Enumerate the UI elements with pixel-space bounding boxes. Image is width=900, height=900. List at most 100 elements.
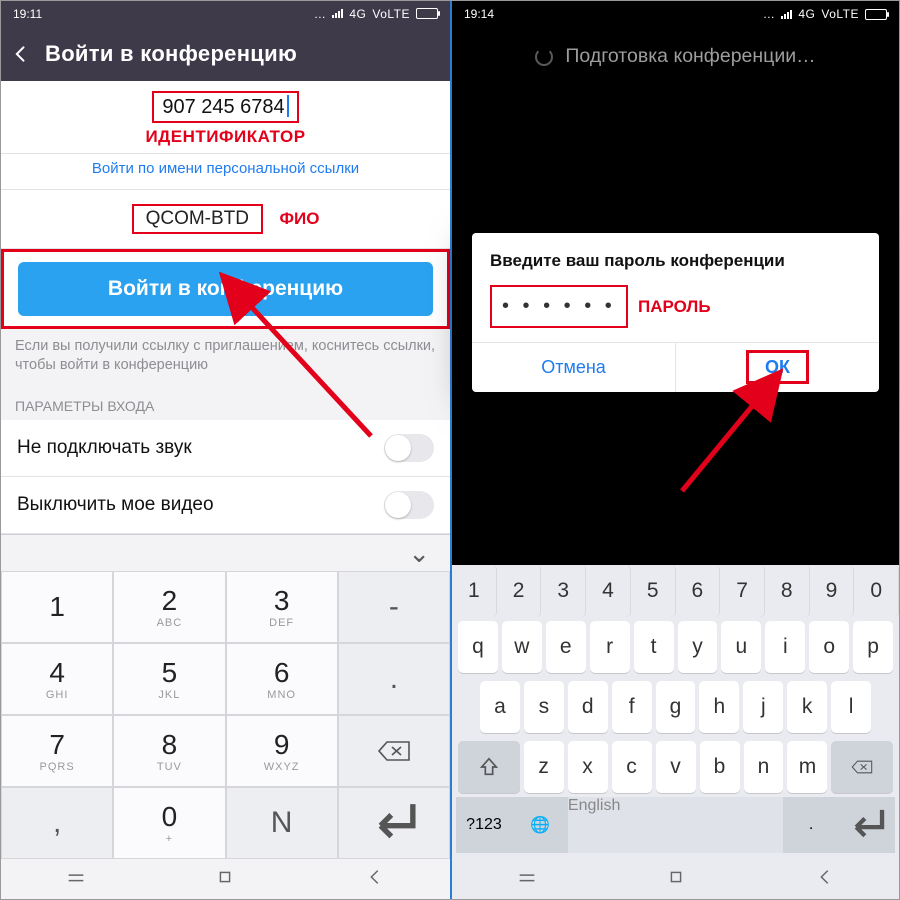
nav-back-icon[interactable]: [364, 866, 386, 893]
ok-button[interactable]: ОК: [676, 343, 879, 392]
key-v[interactable]: v: [656, 741, 696, 793]
key-h[interactable]: h: [699, 681, 739, 733]
nav-back-icon[interactable]: [814, 866, 836, 893]
key-9[interactable]: 9: [810, 565, 855, 617]
key-period[interactable]: .: [783, 797, 839, 853]
display-name-row[interactable]: QCOM-BTD ФИО: [1, 190, 450, 249]
key-dot[interactable]: .: [338, 643, 450, 715]
key-0[interactable]: 0: [854, 565, 899, 617]
key-s[interactable]: s: [524, 681, 564, 733]
key-2[interactable]: 2ABC: [113, 571, 225, 643]
key-7[interactable]: 7PQRS: [1, 715, 113, 787]
key-1[interactable]: 1: [1, 571, 113, 643]
nav-home-icon[interactable]: [665, 866, 687, 893]
key-comma[interactable]: ,: [1, 787, 113, 859]
section-label: ПАРАМЕТРЫ ВХОДА: [1, 386, 450, 420]
toggle-video[interactable]: [384, 491, 434, 519]
key-globe[interactable]: 🌐: [512, 797, 568, 853]
key-c[interactable]: c: [612, 741, 652, 793]
key-5[interactable]: 5JKL: [113, 643, 225, 715]
meeting-id-value: 907 245 6784: [162, 96, 284, 118]
key-7[interactable]: 7: [720, 565, 765, 617]
back-icon[interactable]: [11, 44, 31, 64]
page-title: Войти в конференцию: [45, 41, 297, 67]
key-y[interactable]: y: [678, 621, 718, 673]
meeting-id-row[interactable]: 907 245 6784 ИДЕНТИФИКАТОР: [1, 81, 450, 154]
status-volte: VoLTE: [372, 7, 410, 21]
keyboard-collapse-icon[interactable]: ⌄: [408, 538, 430, 569]
key-f[interactable]: f: [612, 681, 652, 733]
key-2[interactable]: 2: [497, 565, 542, 617]
key-0[interactable]: 0+: [113, 787, 225, 859]
battery-icon: [416, 8, 438, 19]
nav-recent-icon[interactable]: [65, 866, 87, 893]
key-5[interactable]: 5: [631, 565, 676, 617]
battery-icon: [865, 9, 887, 20]
key-p[interactable]: p: [853, 621, 893, 673]
key-w[interactable]: w: [502, 621, 542, 673]
key-x[interactable]: x: [568, 741, 608, 793]
preparing-row: Подготовка конференции…: [452, 27, 899, 86]
key-1[interactable]: 1: [452, 565, 497, 617]
status-net: 4G: [798, 7, 815, 21]
key-symbols[interactable]: ?123: [456, 797, 512, 853]
name-value: QCOM-BTD: [132, 204, 263, 234]
password-input[interactable]: • • • • • •: [490, 285, 628, 328]
status-bar: 19:11 … 4G VoLTE: [1, 1, 450, 27]
key-backspace[interactable]: [338, 715, 450, 787]
key-8[interactable]: 8: [765, 565, 810, 617]
key-8[interactable]: 8TUV: [113, 715, 225, 787]
phone-right: 19:14 … 4G VoLTE Подготовка конференции……: [452, 1, 899, 899]
preparing-text: Подготовка конференции…: [565, 45, 815, 68]
key-t[interactable]: t: [634, 621, 674, 673]
key-b[interactable]: b: [700, 741, 740, 793]
key-q[interactable]: q: [458, 621, 498, 673]
key-j[interactable]: j: [743, 681, 783, 733]
key-a[interactable]: a: [480, 681, 520, 733]
key-k[interactable]: k: [787, 681, 827, 733]
key-z[interactable]: z: [524, 741, 564, 793]
key-enter[interactable]: [338, 787, 450, 859]
qwerty-keyboard: 1234567890 qwertyuiop asdfghjkl zxcvbnm …: [452, 565, 899, 899]
key-dash[interactable]: -: [338, 571, 450, 643]
option-video[interactable]: Выключить мое видео: [1, 477, 450, 534]
option-audio[interactable]: Не подключать звук: [1, 420, 450, 477]
nav-home-icon[interactable]: [214, 866, 236, 893]
key-9[interactable]: 9WXYZ: [226, 715, 338, 787]
key-6[interactable]: 6MNO: [226, 643, 338, 715]
nav-recent-icon[interactable]: [516, 866, 538, 893]
spinner-icon: [535, 48, 553, 66]
dialog-title: Введите ваш пароль конференции: [472, 233, 879, 281]
key-d[interactable]: d: [568, 681, 608, 733]
key-m[interactable]: m: [787, 741, 827, 793]
key-shift[interactable]: [458, 741, 520, 793]
key-e[interactable]: e: [546, 621, 586, 673]
cancel-button[interactable]: Отмена: [472, 343, 675, 392]
key-n[interactable]: N: [226, 787, 338, 859]
key-g[interactable]: g: [656, 681, 696, 733]
status-net: 4G: [349, 7, 366, 21]
join-button[interactable]: Войти в конференцию: [18, 262, 433, 316]
key-4[interactable]: 4: [586, 565, 631, 617]
signal-icon: [332, 9, 343, 18]
key-6[interactable]: 6: [676, 565, 721, 617]
key-enter[interactable]: [839, 797, 895, 853]
status-time: 19:14: [464, 7, 494, 21]
key-3[interactable]: 3: [541, 565, 586, 617]
key-space[interactable]: English: [568, 797, 783, 853]
key-4[interactable]: 4GHI: [1, 643, 113, 715]
annotation-fio: ФИО: [279, 209, 319, 229]
key-o[interactable]: o: [809, 621, 849, 673]
personal-link[interactable]: Войти по имени персональной ссылки: [1, 154, 450, 190]
key-backspace[interactable]: [831, 741, 893, 793]
key-l[interactable]: l: [831, 681, 871, 733]
status-bar: 19:14 … 4G VoLTE: [452, 1, 899, 27]
key-u[interactable]: u: [721, 621, 761, 673]
key-3[interactable]: 3DEF: [226, 571, 338, 643]
annotation-id: ИДЕНТИФИКАТОР: [1, 127, 450, 147]
key-r[interactable]: r: [590, 621, 630, 673]
toggle-audio[interactable]: [384, 434, 434, 462]
key-i[interactable]: i: [765, 621, 805, 673]
key-n[interactable]: n: [744, 741, 784, 793]
password-dialog: Введите ваш пароль конференции • • • • •…: [472, 233, 879, 392]
